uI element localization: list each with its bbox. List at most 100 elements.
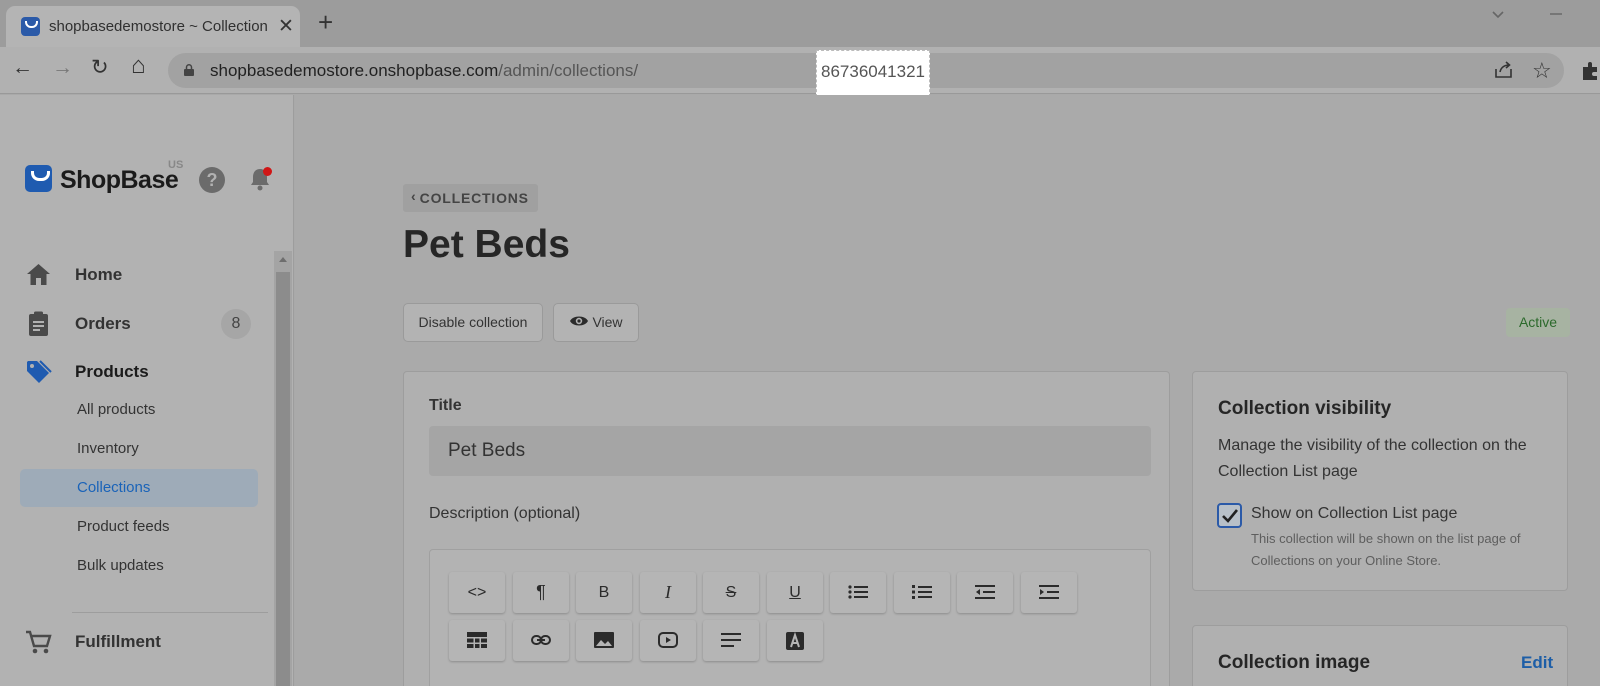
browser-tab[interactable]: shopbasedemostore ~ Collections ✕ [6, 6, 300, 47]
visibility-description: Manage the visibility of the collection … [1218, 437, 1527, 480]
orders-count-badge: 8 [221, 309, 251, 339]
sidebar-subitem-product-feeds[interactable]: Product feeds [20, 508, 258, 546]
address-bar[interactable]: shopbasedemostore.onshopbase.com/admin/c… [168, 50, 1564, 97]
browser-tabstrip: shopbasedemostore ~ Collections ✕ + [0, 0, 1600, 47]
help-icon[interactable]: ? [199, 167, 225, 193]
url-id-highlight: 86736041321 [816, 50, 930, 97]
underline-button[interactable]: U [767, 572, 823, 613]
italic-button[interactable]: I [640, 572, 696, 613]
sidebar-subitem-label: All products [77, 401, 156, 418]
description-editor[interactable]: <> ¶ B I S U [429, 549, 1151, 686]
collection-details-card: Title Description (optional) <> ¶ B I S … [403, 371, 1170, 686]
tab-close-icon[interactable]: ✕ [278, 15, 294, 38]
align-button[interactable] [703, 620, 759, 661]
sidebar: ShopBase US ? Home Orders 8 Products All… [0, 95, 294, 686]
bookmark-star-icon[interactable]: ☆ [1532, 58, 1552, 84]
visibility-heading: Collection visibility [1218, 398, 1392, 419]
image-icon [594, 632, 614, 648]
table-button[interactable] [449, 620, 505, 661]
status-badge: Active [1506, 308, 1570, 337]
page-title: Pet Beds [403, 223, 570, 266]
outdent-icon [975, 585, 995, 599]
video-button[interactable] [640, 620, 696, 661]
title-input[interactable] [429, 426, 1151, 476]
url-path: /admin/collections/ [498, 61, 639, 80]
breadcrumb[interactable]: ‹ COLLECTIONS [403, 184, 538, 212]
tab-search-icon[interactable] [1490, 6, 1506, 27]
sidebar-item-orders[interactable]: Orders 8 [25, 309, 261, 339]
align-left-icon [721, 633, 741, 647]
main-content: ‹ COLLECTIONS Pet Beds Disable collection… [295, 95, 1600, 686]
link-icon [531, 635, 551, 645]
html-source-button[interactable]: <> [449, 572, 505, 613]
sidebar-item-products[interactable]: Products [25, 357, 261, 387]
shopbase-logo-icon [25, 165, 52, 192]
url-text: shopbasedemostore.onshopbase.com/admin/c… [210, 61, 638, 81]
sidebar-item-label: Products [75, 362, 149, 381]
description-label: Description (optional) [429, 505, 581, 522]
strikethrough-button[interactable]: S [703, 572, 759, 613]
chevron-left-icon: ‹ [411, 188, 416, 204]
text-color-button[interactable] [767, 620, 823, 661]
sidebar-subitem-bulk-updates[interactable]: Bulk updates [20, 547, 258, 585]
sidebar-subitem-inventory[interactable]: Inventory [20, 430, 258, 468]
sidebar-item-label: Fulfillment [75, 632, 161, 651]
sidebar-subitem-label: Bulk updates [77, 557, 164, 574]
eye-icon [570, 316, 589, 326]
bold-button[interactable]: B [576, 572, 632, 613]
sidebar-subitem-label: Collections [77, 479, 151, 496]
collection-visibility-card: Collection visibility Manage the visibil… [1192, 371, 1568, 591]
minimize-icon[interactable] [1548, 6, 1564, 27]
sidebar-subitem-label: Product feeds [77, 518, 170, 535]
view-button-label: View [592, 314, 623, 330]
sidebar-item-fulfillment[interactable]: Fulfillment [25, 627, 261, 657]
sidebar-scrollbar[interactable] [274, 251, 292, 686]
show-on-list-help: This collection will be shown on the lis… [1251, 531, 1521, 568]
new-tab-button[interactable]: + [318, 9, 333, 35]
image-button[interactable] [576, 620, 632, 661]
video-icon [658, 632, 678, 648]
browser-toolbar: ← → ↻ ⌂ shopbasedemostore.onshopbase.com… [0, 47, 1600, 97]
notification-dot [263, 167, 272, 176]
bulleted-list-icon [848, 585, 868, 599]
extensions-icon[interactable] [1580, 61, 1600, 87]
sidebar-subitem-all-products[interactable]: All products [20, 391, 258, 429]
tab-title: shopbasedemostore ~ Collections [49, 18, 267, 35]
view-button[interactable]: View [553, 303, 639, 342]
checkmark-icon [1222, 509, 1239, 523]
clipboard-icon [29, 311, 48, 336]
shopbase-favicon-icon [21, 17, 40, 36]
sidebar-item-label: Orders [75, 314, 131, 333]
sidebar-item-home[interactable]: Home [25, 260, 261, 290]
region-label: US [168, 159, 184, 171]
reload-button[interactable]: ↻ [91, 57, 109, 78]
sidebar-subitem-collections[interactable]: Collections [20, 469, 258, 507]
forward-button[interactable]: → [52, 57, 73, 78]
home-button[interactable]: ⌂ [131, 54, 146, 78]
table-icon [467, 632, 487, 648]
breadcrumb-label: COLLECTIONS [419, 190, 529, 206]
link-button[interactable] [513, 620, 569, 661]
sidebar-divider [72, 612, 268, 613]
disable-collection-button[interactable]: Disable collection [403, 303, 543, 342]
show-on-list-checkbox[interactable] [1217, 503, 1242, 528]
collection-image-card: Collection image Edit [1192, 625, 1568, 686]
back-button[interactable]: ← [12, 57, 33, 78]
tag-icon [27, 360, 52, 383]
outdent-button[interactable] [957, 572, 1013, 613]
scrollbar-thumb[interactable] [276, 272, 290, 686]
text-color-icon [786, 632, 804, 650]
paragraph-button[interactable]: ¶ [513, 572, 569, 613]
indent-button[interactable] [1021, 572, 1077, 613]
numbered-list-icon [912, 585, 932, 599]
lock-icon [184, 64, 194, 76]
bulleted-list-button[interactable] [830, 572, 886, 613]
url-host: shopbasedemostore.onshopbase.com [210, 61, 499, 80]
numbered-list-button[interactable] [894, 572, 950, 613]
edit-image-link[interactable]: Edit [1521, 653, 1553, 673]
scroll-up-icon[interactable] [279, 257, 287, 262]
url-id: 86736041321 [821, 62, 926, 81]
share-icon[interactable] [1494, 61, 1514, 85]
show-on-list-label[interactable]: Show on Collection List page [1251, 505, 1457, 523]
title-label: Title [429, 397, 462, 414]
